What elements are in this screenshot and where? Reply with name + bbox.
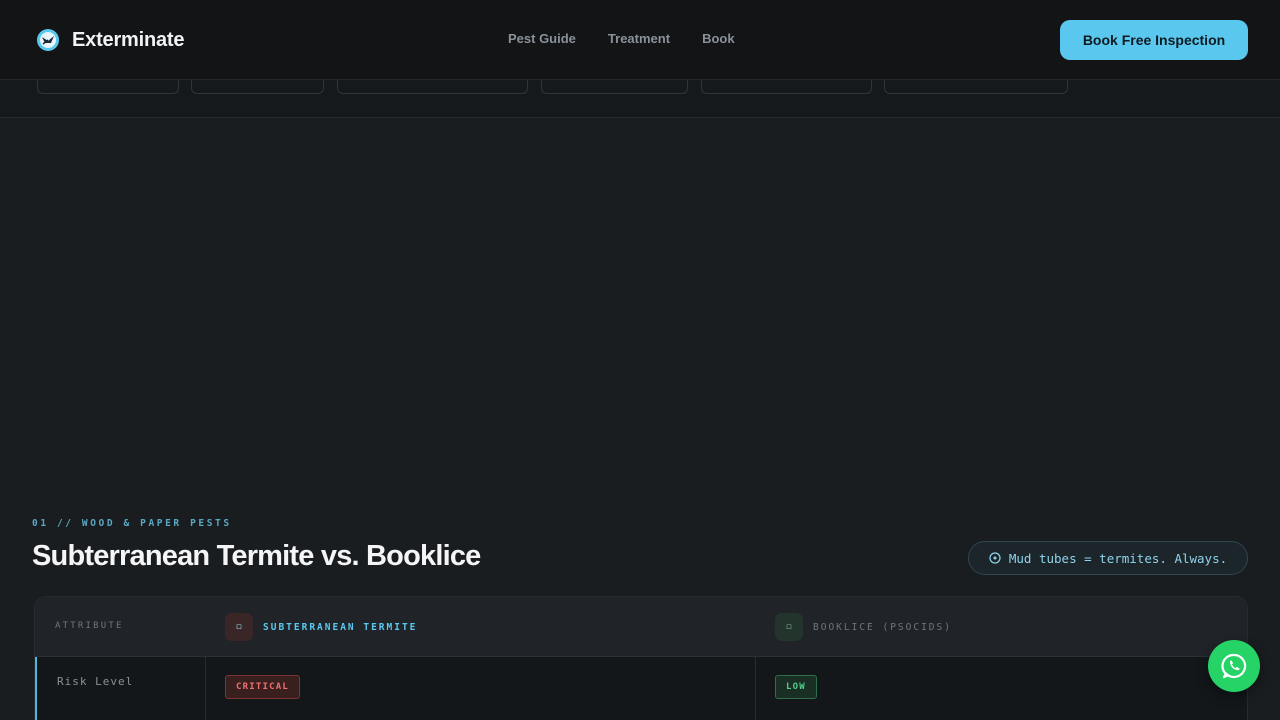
- column-label: SUBTERRANEAN TERMITE: [263, 621, 418, 633]
- brand-name: Exterminate: [72, 28, 185, 51]
- category-strip: [0, 70, 1280, 118]
- tip-text: Mud tubes = termites. Always.: [1008, 550, 1228, 566]
- booklice-icon: ◻: [775, 613, 803, 641]
- nav-book[interactable]: Book: [702, 31, 735, 46]
- table-header: ATTRIBUTE ◻ SUBTERRANEAN TERMITE ◻ BOOKL…: [35, 597, 1247, 657]
- info-circle-icon: [989, 552, 1001, 564]
- comparison-table: ATTRIBUTE ◻ SUBTERRANEAN TERMITE ◻ BOOKL…: [34, 596, 1248, 720]
- site-header: Exterminate Pest Guide Treatment Book Bo…: [0, 0, 1280, 80]
- whatsapp-button[interactable]: [1208, 640, 1260, 692]
- column-header-termite: ◻ SUBTERRANEAN TERMITE: [225, 613, 417, 641]
- book-inspection-button[interactable]: Book Free Inspection: [1060, 20, 1248, 60]
- column-label: BOOKLICE (PSOCIDS): [813, 621, 952, 633]
- column-divider: [205, 657, 206, 720]
- nav-treatment[interactable]: Treatment: [608, 31, 670, 46]
- tip-pill: Mud tubes = termites. Always.: [968, 541, 1248, 575]
- column-divider: [755, 657, 756, 720]
- section-title: Subterranean Termite vs. Booklice: [32, 540, 481, 572]
- column-header-booklice: ◻ BOOKLICE (PSOCIDS): [775, 613, 952, 641]
- section-eyebrow: 01 // WOOD & PAPER PESTS: [32, 518, 232, 529]
- main-nav: Pest Guide Treatment Book: [508, 31, 735, 46]
- table-row: Risk Level CRITICAL LOW: [35, 657, 1247, 720]
- brand[interactable]: Exterminate: [36, 28, 184, 52]
- whatsapp-icon: [1221, 653, 1247, 679]
- nav-pest-guide[interactable]: Pest Guide: [508, 31, 576, 46]
- row-label: Risk Level: [57, 675, 134, 688]
- risk-badge-low: LOW: [775, 675, 817, 699]
- termite-icon: ◻: [225, 613, 253, 641]
- attribute-header: ATTRIBUTE: [55, 621, 124, 631]
- risk-badge-critical: CRITICAL: [225, 675, 300, 699]
- row-accent: [35, 657, 37, 720]
- bug-logo-icon: [37, 29, 59, 51]
